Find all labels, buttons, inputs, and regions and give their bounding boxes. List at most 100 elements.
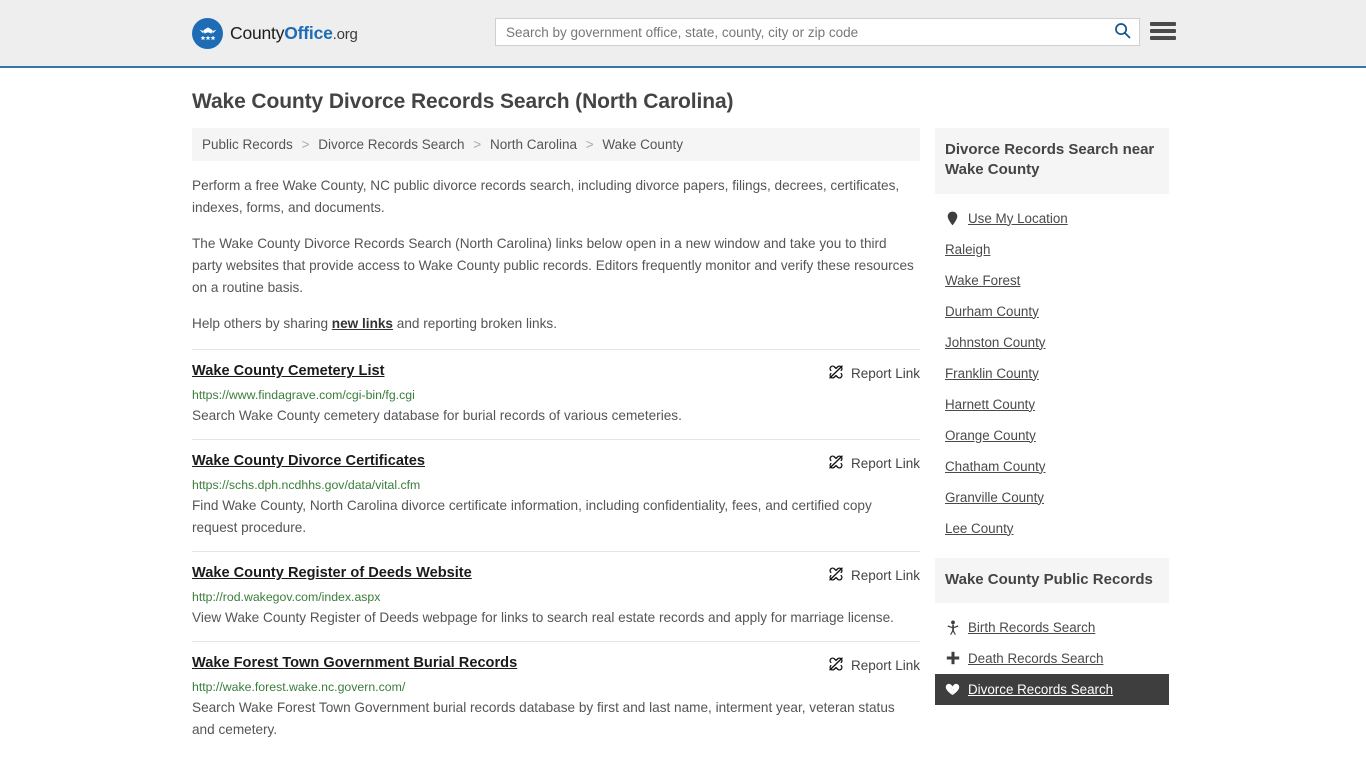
- result-header: Wake County Register of Deeds Website Re…: [192, 565, 920, 585]
- brand-part-office: Office: [284, 23, 333, 43]
- intro-p3-after: and reporting broken links.: [393, 316, 557, 332]
- results-list: Wake County Cemetery List Report Link ht…: [192, 349, 920, 753]
- result-description: Find Wake County, North Carolina divorce…: [192, 498, 872, 536]
- site-logo[interactable]: CountyOffice.org: [192, 18, 358, 49]
- breadcrumb-item-wake-county[interactable]: Wake County: [602, 137, 683, 152]
- sidebar-link-label[interactable]: Use My Location: [968, 211, 1068, 226]
- menu-bar-1: [1150, 22, 1176, 26]
- result-url: http://rod.wakegov.com/index.aspx: [192, 590, 381, 605]
- search-button[interactable]: [1105, 19, 1139, 45]
- sidebar-link-label[interactable]: Lee County: [945, 521, 1014, 536]
- content-columns: Public Records > Divorce Records Search …: [192, 128, 1174, 753]
- broken-link-icon: [828, 656, 844, 675]
- public-records-panel: Wake County Public Records Birth Records…: [935, 557, 1169, 705]
- report-link-button[interactable]: Report Link: [828, 655, 920, 675]
- result-url: https://schs.dph.ncdhhs.gov/data/vital.c…: [192, 478, 421, 493]
- report-link-button[interactable]: Report Link: [828, 453, 920, 473]
- sidebar-item-chatham-county[interactable]: Chatham County: [935, 451, 1169, 482]
- sidebar-link-label[interactable]: Granville County: [945, 490, 1044, 505]
- site-header: CountyOffice.org: [0, 0, 1366, 68]
- sidebar-item-johnston-county[interactable]: Johnston County: [935, 327, 1169, 358]
- result-description: Search Wake County cemetery database for…: [192, 408, 682, 424]
- sidebar-item-lee-county[interactable]: Lee County: [935, 513, 1169, 544]
- search-input[interactable]: [496, 19, 1105, 45]
- sidebar-link-label[interactable]: Franklin County: [945, 366, 1039, 381]
- sidebar-item-orange-county[interactable]: Orange County: [935, 420, 1169, 451]
- baby-icon: [945, 620, 960, 635]
- result-item: Wake County Cemetery List Report Link ht…: [192, 349, 920, 439]
- sidebar-item-raleigh[interactable]: Raleigh: [935, 234, 1169, 265]
- breadcrumb-item-public-records[interactable]: Public Records: [202, 137, 293, 152]
- sidebar-item-franklin-county[interactable]: Franklin County: [935, 358, 1169, 389]
- sidebar-link-label[interactable]: Johnston County: [945, 335, 1046, 350]
- breadcrumb-separator: >: [301, 137, 310, 152]
- sidebar: Divorce Records Search near Wake County …: [935, 128, 1169, 719]
- breadcrumb-item-north-carolina[interactable]: North Carolina: [490, 137, 577, 152]
- menu-bar-2: [1150, 29, 1176, 33]
- result-title-link[interactable]: Wake County Cemetery List: [192, 363, 384, 379]
- page-title: Wake County Divorce Records Search (Nort…: [192, 90, 734, 113]
- sidebar-item-birth-records-search[interactable]: Birth Records Search: [935, 612, 1169, 643]
- broken-link-icon: [828, 364, 844, 383]
- broken-link-icon: [828, 566, 844, 585]
- sidebar-item-wake-forest[interactable]: Wake Forest: [935, 265, 1169, 296]
- sidebar-item-harnett-county[interactable]: Harnett County: [935, 389, 1169, 420]
- eagle-stars-icon: [192, 18, 223, 49]
- result-header: Wake County Cemetery List Report Link: [192, 363, 920, 383]
- nearby-panel-title: Divorce Records Search near Wake County: [935, 128, 1169, 194]
- report-link-button[interactable]: Report Link: [828, 565, 920, 585]
- sidebar-item-granville-county[interactable]: Granville County: [935, 482, 1169, 513]
- brand-part-county: County: [230, 23, 285, 43]
- breadcrumb-separator: >: [585, 137, 594, 152]
- sidebar-item-use-my-location[interactable]: Use My Location: [935, 203, 1169, 234]
- sidebar-link-label[interactable]: Orange County: [945, 428, 1036, 443]
- result-item: Wake County Divorce Certificates Report …: [192, 439, 920, 551]
- intro-paragraph-2: The Wake County Divorce Records Search (…: [192, 236, 914, 296]
- sidebar-item-death-records-search[interactable]: Death Records Search: [935, 643, 1169, 674]
- breadcrumb-item-divorce-records-search[interactable]: Divorce Records Search: [318, 137, 464, 152]
- result-item: Wake Forest Town Government Burial Recor…: [192, 641, 920, 753]
- result-description: Search Wake Forest Town Government buria…: [192, 700, 895, 738]
- new-links-link[interactable]: new links: [332, 316, 393, 331]
- sidebar-link-label[interactable]: Death Records Search: [968, 651, 1103, 666]
- result-header: Wake Forest Town Government Burial Recor…: [192, 655, 920, 675]
- hamburger-menu-icon[interactable]: [1150, 20, 1176, 42]
- sidebar-link-label[interactable]: Divorce Records Search: [968, 682, 1113, 697]
- breadcrumb: Public Records > Divorce Records Search …: [192, 128, 920, 161]
- sidebar-link-label[interactable]: Raleigh: [945, 242, 990, 257]
- breadcrumb-separator: >: [473, 137, 482, 152]
- page-container: Wake County Divorce Records Search (Nort…: [0, 90, 1366, 753]
- nearby-searches-panel: Divorce Records Search near Wake County …: [935, 128, 1169, 544]
- report-link-label: Report Link: [850, 568, 920, 584]
- report-link-label: Report Link: [850, 366, 920, 382]
- report-link-button[interactable]: Report Link: [828, 363, 920, 383]
- map-pin-icon: [945, 211, 960, 226]
- sidebar-link-label[interactable]: Birth Records Search: [968, 620, 1095, 635]
- search-bar[interactable]: [495, 18, 1140, 46]
- sidebar-item-durham-county[interactable]: Durham County: [935, 296, 1169, 327]
- result-title-link[interactable]: Wake Forest Town Government Burial Recor…: [192, 655, 517, 671]
- brand-wordmark: CountyOffice.org: [230, 23, 358, 44]
- result-item: Wake County Register of Deeds Website Re…: [192, 551, 920, 641]
- cross-icon: [945, 651, 960, 665]
- result-description: View Wake County Register of Deeds webpa…: [192, 610, 894, 626]
- intro-paragraph-1: Perform a free Wake County, NC public di…: [192, 178, 900, 216]
- public-records-panel-list: Birth Records Search Death Records Searc…: [935, 603, 1169, 705]
- broken-link-icon: [828, 454, 844, 473]
- brand-part-org: .org: [332, 26, 358, 43]
- main-column: Public Records > Divorce Records Search …: [192, 128, 920, 753]
- result-title-link[interactable]: Wake County Register of Deeds Website: [192, 565, 472, 581]
- report-link-label: Report Link: [850, 456, 920, 472]
- sidebar-item-divorce-records-search[interactable]: Divorce Records Search: [935, 673, 1169, 705]
- sidebar-link-label[interactable]: Chatham County: [945, 459, 1045, 474]
- result-title-link[interactable]: Wake County Divorce Certificates: [192, 453, 425, 469]
- result-url: http://wake.forest.wake.nc.govern.com/: [192, 680, 406, 695]
- sidebar-link-label[interactable]: Durham County: [945, 304, 1039, 319]
- public-records-panel-title: Wake County Public Records: [935, 557, 1169, 603]
- intro-paragraph-3: Help others by sharing new links and rep…: [192, 313, 920, 335]
- sidebar-link-label[interactable]: Wake Forest: [945, 273, 1020, 288]
- sidebar-link-label[interactable]: Harnett County: [945, 397, 1035, 412]
- result-url: https://www.findagrave.com/cgi-bin/fg.cg…: [192, 388, 415, 403]
- menu-bar-3: [1150, 36, 1176, 40]
- nearby-panel-list: Use My Location Raleigh Wake Forest Durh…: [935, 194, 1169, 544]
